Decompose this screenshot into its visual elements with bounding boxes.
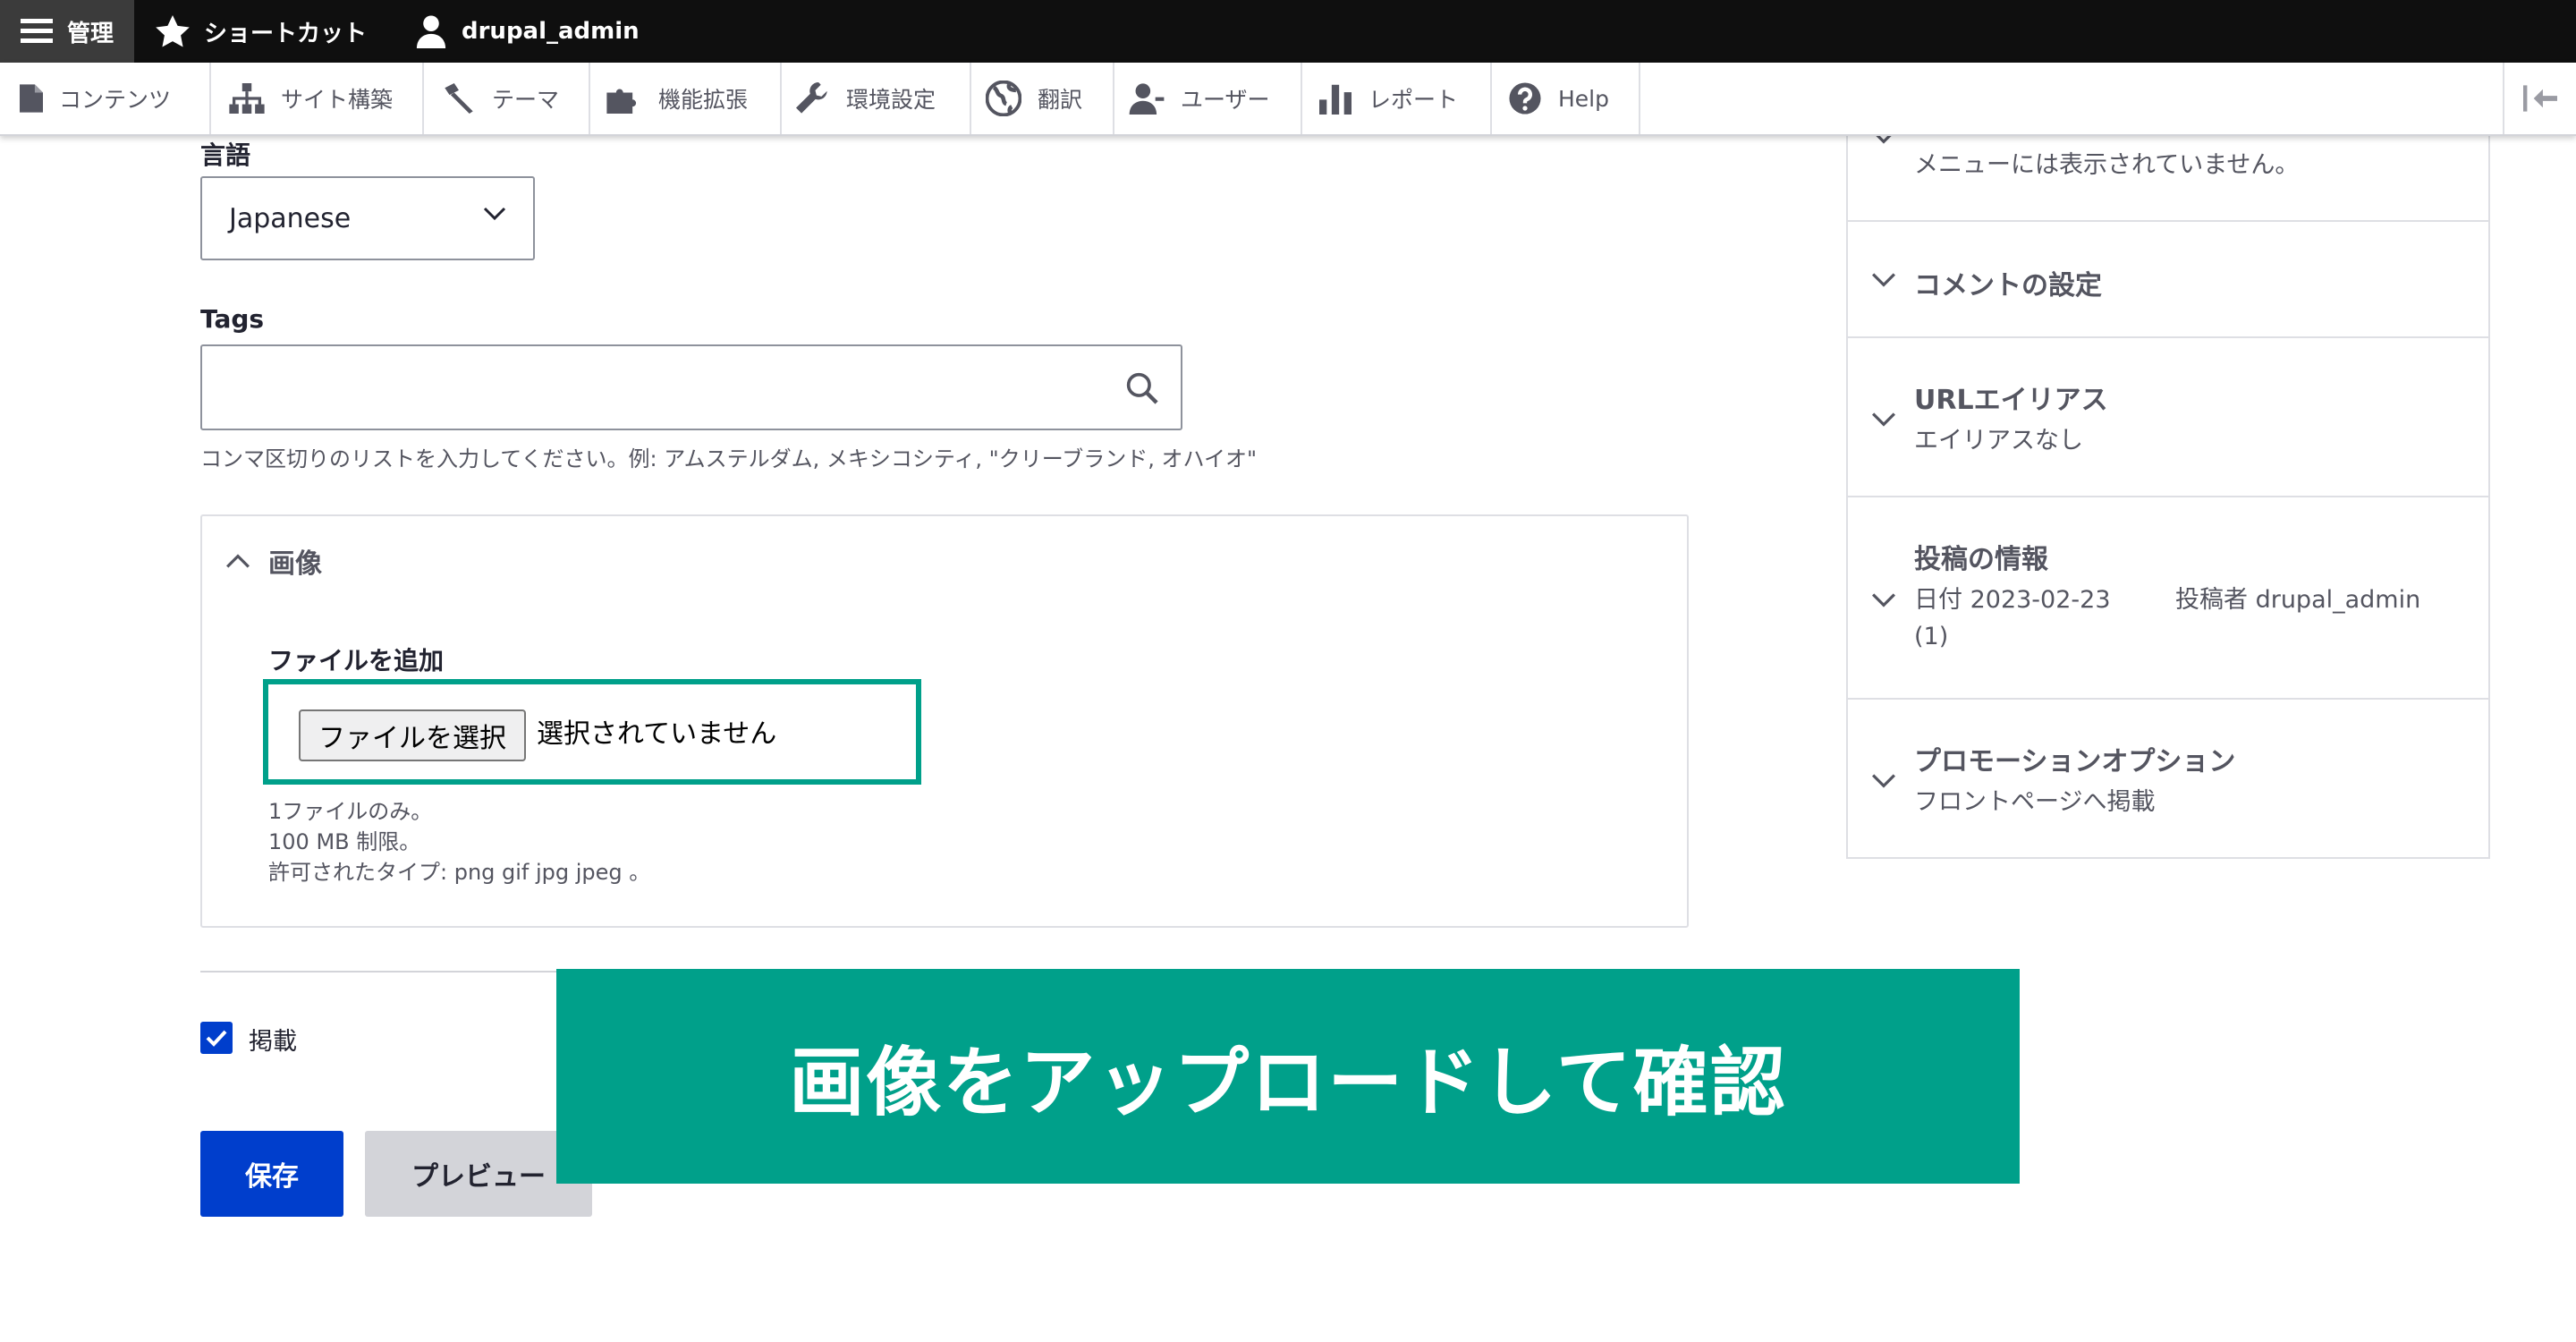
save-button[interactable]: 保存: [200, 1131, 343, 1217]
tray-item-people[interactable]: ユーザー: [1114, 63, 1302, 134]
tray-item-label: サイト構築: [281, 87, 394, 113]
toolbar-manage-label: 管理: [66, 20, 114, 47]
tray-item-configuration[interactable]: 環境設定: [782, 63, 971, 134]
tags-input[interactable]: [200, 344, 1182, 430]
tray-orientation-toggle[interactable]: [2503, 63, 2576, 134]
tray-item-extend[interactable]: 機能拡張: [590, 63, 782, 134]
admin-tray: コンテンツ サイト構築 テーマ 機能拡張 環境設定 翻訳 ユーザー レポート H…: [0, 63, 2576, 136]
language-label: 言語: [200, 140, 251, 170]
chevron-up-icon: [226, 554, 250, 568]
paintbrush-icon: [445, 83, 473, 114]
language-select[interactable]: Japanese: [200, 176, 535, 260]
chevron-down-icon: [1872, 412, 1895, 427]
chevron-down-icon: [1872, 593, 1895, 607]
promotion-title: プロモーションオプション: [1914, 746, 2236, 777]
tray-item-help[interactable]: Help: [1492, 63, 1640, 134]
chevron-down-icon: [1872, 273, 1895, 287]
menu-summary: メニューには表示されていません。: [1914, 151, 2300, 179]
instruction-banner-text: 画像をアップロードして確認: [789, 1038, 1787, 1126]
sidebar-section-comment[interactable]: コメントの設定: [1848, 222, 2488, 338]
image-fieldset-toggle[interactable]: 画像: [225, 541, 322, 581]
instruction-banner: 画像をアップロードして確認: [556, 969, 2020, 1184]
chevron-down-icon: [483, 207, 506, 221]
sidebar-section-url-alias[interactable]: URLエイリアス エイリアスなし: [1848, 338, 2488, 497]
authoring-author: 投稿者 drupal_admin: [2175, 586, 2421, 614]
search-icon: [1126, 372, 1158, 404]
globe-icon: [986, 81, 1021, 116]
file-add-label: ファイルを追加: [268, 646, 445, 675]
user-icon: [1129, 83, 1165, 115]
puzzle-icon: [606, 89, 637, 114]
url-alias-title: URLエイリアス: [1914, 385, 2108, 416]
language-select-value: Japanese: [229, 202, 352, 234]
sitemap-icon: [229, 83, 265, 114]
authoring-date: 日付 2023-02-23: [1914, 586, 2111, 614]
toolbar-manage[interactable]: 管理: [0, 0, 134, 63]
tray-item-label: テーマ: [492, 87, 560, 113]
toolbar-user[interactable]: drupal_admin: [415, 0, 640, 63]
tray-item-translate[interactable]: 翻訳: [971, 63, 1114, 134]
help-icon: [1509, 82, 1541, 115]
published-checkbox[interactable]: [200, 1022, 233, 1054]
tags-description: コンマ区切りのリストを入力してください。例: アムステルダム, メキシコシティ,…: [200, 446, 1258, 471]
toolbar-shortcuts[interactable]: ショートカット: [156, 0, 367, 63]
image-fieldset: 画像 ファイルを追加 ファイルを選択 選択されていません 1ファイルのみ。 10…: [200, 514, 1689, 928]
tray-item-label: コンテンツ: [59, 87, 172, 113]
chevron-down-icon: [1872, 774, 1895, 788]
collapse-left-icon: [2523, 85, 2557, 112]
tray-item-structure[interactable]: サイト構築: [211, 63, 424, 134]
tray-item-label: レポート: [1368, 87, 1459, 113]
file-desc-size: 100 MB 制限。: [268, 829, 421, 854]
admin-toolbar: 管理 ショートカット drupal_admin: [0, 0, 2576, 63]
meta-sidebar: メニューには表示されていません。 コメントの設定 URLエイリアス エイリアスな…: [1846, 63, 2490, 859]
tray-item-label: Help: [1558, 85, 1609, 112]
wrench-icon: [796, 82, 827, 114]
sidebar-section-authoring[interactable]: 投稿の情報 日付 2023-02-23 投稿者 drupal_admin (1): [1848, 497, 2488, 700]
toolbar-user-label: drupal_admin: [462, 18, 640, 45]
checkmark-icon: [206, 1030, 227, 1047]
tray-item-label: 環境設定: [846, 87, 936, 113]
file-desc-types: 許可されたタイプ: png gif jpg jpeg 。: [268, 860, 651, 885]
url-alias-summary: エイリアスなし: [1914, 427, 2083, 454]
tray-item-content[interactable]: コンテンツ: [0, 63, 211, 134]
promotion-summary: フロントページへ掲載: [1914, 788, 2156, 816]
tray-item-label: 機能拡張: [658, 87, 749, 113]
image-fieldset-title: 画像: [268, 548, 322, 580]
bar-chart-icon: [1319, 84, 1352, 115]
comment-title: コメントの設定: [1914, 270, 2102, 302]
choose-file-button[interactable]: ファイルを選択: [299, 709, 526, 761]
tray-item-reports[interactable]: レポート: [1302, 63, 1492, 134]
tray-item-appearance[interactable]: テーマ: [424, 63, 590, 134]
authoring-title: 投稿の情報: [1914, 544, 2048, 575]
sidebar-section-promotion[interactable]: プロモーションオプション フロントページへ掲載: [1848, 700, 2488, 857]
authoring-author-id: (1): [1914, 623, 1949, 650]
toolbar-shortcuts-label: ショートカット: [204, 20, 368, 47]
star-icon: [156, 15, 190, 47]
file-upload-highlight: ファイルを選択 選択されていません: [263, 679, 921, 785]
user-icon: [416, 15, 446, 48]
file-desc-count: 1ファイルのみ。: [268, 799, 433, 824]
tags-label: Tags: [200, 304, 265, 334]
file-status-text: 選択されていません: [537, 718, 777, 750]
tray-item-label: ユーザー: [1181, 87, 1270, 113]
document-icon: [20, 84, 43, 113]
tray-item-label: 翻訳: [1038, 87, 1083, 113]
hamburger-icon: [20, 19, 53, 43]
published-label: 掲載: [249, 1028, 297, 1056]
